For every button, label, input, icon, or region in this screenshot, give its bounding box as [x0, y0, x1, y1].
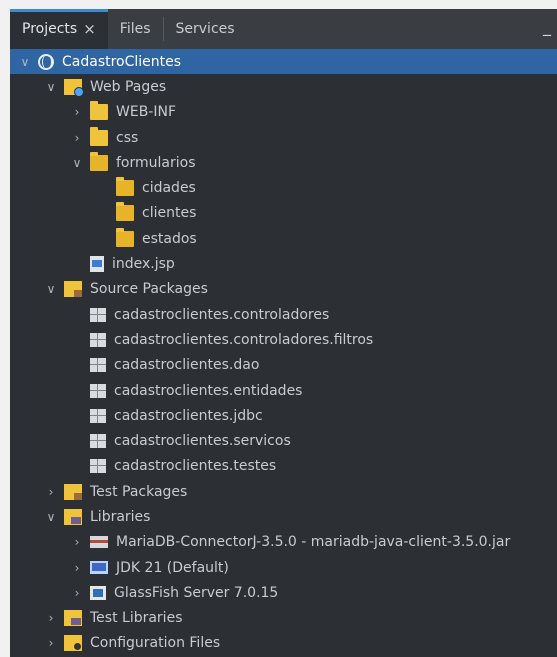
tree-row[interactable]: index.jsp [10, 251, 557, 276]
tree-item-label: Libraries [90, 508, 151, 525]
source-packages-icon [64, 281, 82, 298]
tree-row[interactable]: cadastroclientes.controladores [10, 302, 557, 327]
tab-projects[interactable]: Projects × [10, 9, 108, 49]
chevron-right-icon[interactable]: › [44, 636, 58, 650]
tree-row[interactable]: estados [10, 226, 557, 251]
tab-files-label: Files [119, 21, 151, 37]
tree-row[interactable]: ∨ Web Pages [10, 74, 557, 99]
tree-row[interactable]: › MariaDB-ConnectorJ-3.5.0 - mariadb-java… [10, 530, 557, 555]
folder-open-icon [116, 177, 134, 197]
test-packages-icon [64, 483, 82, 500]
tree-item-label: cadastroclientes.jdbc [114, 407, 263, 424]
minimize-icon[interactable]: _ [543, 17, 551, 36]
tree-item-label: GlassFish Server 7.0.15 [114, 584, 279, 601]
package-icon [90, 408, 106, 423]
tree-row[interactable]: ∨ CadastroClientes [10, 49, 557, 75]
chevron-right-icon[interactable]: › [70, 105, 84, 119]
project-tree: ∨ CadastroClientes ∨ Web Pages › WEB-INF › css ∨… [10, 49, 557, 657]
chevron-down-icon[interactable]: ∨ [18, 55, 32, 69]
tree-row[interactable]: cadastroclientes.controladores.filtros [10, 327, 557, 352]
folder-icon [90, 126, 108, 146]
globe-icon [38, 53, 54, 70]
tree-item-label: Test Packages [90, 483, 188, 500]
package-icon [90, 434, 106, 449]
tree-row[interactable]: › Test Packages [10, 479, 557, 504]
web-pages-folder-icon [64, 78, 84, 97]
tree-item-label: cadastroclientes.servicos [114, 433, 291, 450]
panel-tab-bar: Projects × Files Services _ [10, 9, 557, 49]
tab-services[interactable]: Services [164, 9, 247, 49]
tree-row[interactable]: › GlassFish Server 7.0.15 [10, 580, 557, 605]
chevron-right-icon[interactable]: › [70, 561, 84, 575]
window-left-edge [0, 0, 10, 657]
tree-row[interactable]: ∨ Libraries [10, 504, 557, 529]
tree-row[interactable]: ∨ Source Packages [10, 277, 557, 302]
chevron-right-icon[interactable]: › [44, 485, 58, 499]
tree-item-label: cadastroclientes.controladores [114, 306, 330, 323]
test-libraries-icon [64, 610, 82, 627]
tree-item-label: CadastroClientes [62, 53, 182, 70]
window-top-edge [0, 0, 557, 9]
libraries-icon [64, 508, 82, 525]
chevron-down-icon[interactable]: ∨ [70, 156, 84, 170]
tree-item-label: Web Pages [90, 78, 167, 95]
chevron-right-icon[interactable]: › [70, 131, 84, 145]
tree-row[interactable]: cadastroclientes.entidades [10, 378, 557, 403]
tree-item-label: cadastroclientes.entidades [114, 382, 303, 399]
tree-item-label: Test Libraries [90, 610, 183, 627]
jsp-file-icon [90, 256, 104, 273]
folder-open-icon [90, 151, 108, 171]
package-icon [90, 459, 106, 474]
tree-row[interactable]: cadastroclientes.testes [10, 454, 557, 479]
folder-open-icon [116, 202, 134, 222]
close-icon[interactable]: × [83, 20, 96, 38]
tree-item-label: formularios [116, 154, 196, 171]
tree-item-label: cadastroclientes.testes [114, 458, 277, 475]
tree-item-label: estados [142, 230, 197, 247]
jdk-icon [90, 561, 108, 575]
tree-item-label: JDK 21 (Default) [116, 559, 229, 576]
folder-open-icon [116, 227, 134, 247]
tree-row[interactable]: › JDK 21 (Default) [10, 555, 557, 580]
tree-row[interactable]: › Configuration Files [10, 631, 557, 656]
package-icon [90, 307, 106, 322]
tree-row[interactable]: clientes [10, 201, 557, 226]
tree-item-label: clientes [142, 205, 197, 222]
tree-item-label: cidades [142, 180, 196, 197]
tree-item-label: css [116, 129, 139, 146]
tree-row[interactable]: › Test Libraries [10, 606, 557, 631]
tab-services-label: Services [175, 21, 235, 37]
chevron-down-icon[interactable]: ∨ [44, 510, 58, 524]
jar-icon [90, 536, 108, 549]
chevron-down-icon[interactable]: ∨ [44, 282, 58, 296]
tab-projects-label: Projects [22, 21, 78, 37]
configuration-files-icon [64, 635, 82, 652]
chevron-right-icon[interactable]: › [44, 611, 58, 625]
tree-item-label: Source Packages [90, 281, 208, 298]
tree-row[interactable]: ∨ formularios [10, 150, 557, 175]
tree-row[interactable]: cadastroclientes.servicos [10, 428, 557, 453]
projects-panel: Projects × Files Services _ ∨ CadastroCli… [10, 9, 557, 657]
folder-icon [90, 101, 108, 121]
package-icon [90, 383, 106, 398]
tree-item-label: index.jsp [112, 256, 175, 273]
server-icon [90, 585, 106, 600]
tree-item-label: MariaDB-ConnectorJ-3.5.0 - mariadb-java-… [116, 534, 511, 551]
tree-row[interactable]: › WEB-INF [10, 100, 557, 125]
chevron-right-icon[interactable]: › [70, 586, 84, 600]
tree-row[interactable]: cidades [10, 175, 557, 200]
tree-item-label: cadastroclientes.controladores.filtros [114, 331, 374, 348]
tree-row[interactable]: cadastroclientes.jdbc [10, 403, 557, 428]
tree-row[interactable]: › css [10, 125, 557, 150]
package-icon [90, 358, 106, 373]
tree-item-label: cadastroclientes.dao [114, 357, 260, 374]
tree-item-label: WEB-INF [116, 104, 176, 121]
tree-row[interactable]: cadastroclientes.dao [10, 353, 557, 378]
tree-item-label: Configuration Files [90, 635, 221, 652]
chevron-down-icon[interactable]: ∨ [44, 80, 58, 94]
package-icon [90, 332, 106, 347]
tab-files[interactable]: Files [108, 9, 163, 49]
chevron-right-icon[interactable]: › [70, 535, 84, 549]
